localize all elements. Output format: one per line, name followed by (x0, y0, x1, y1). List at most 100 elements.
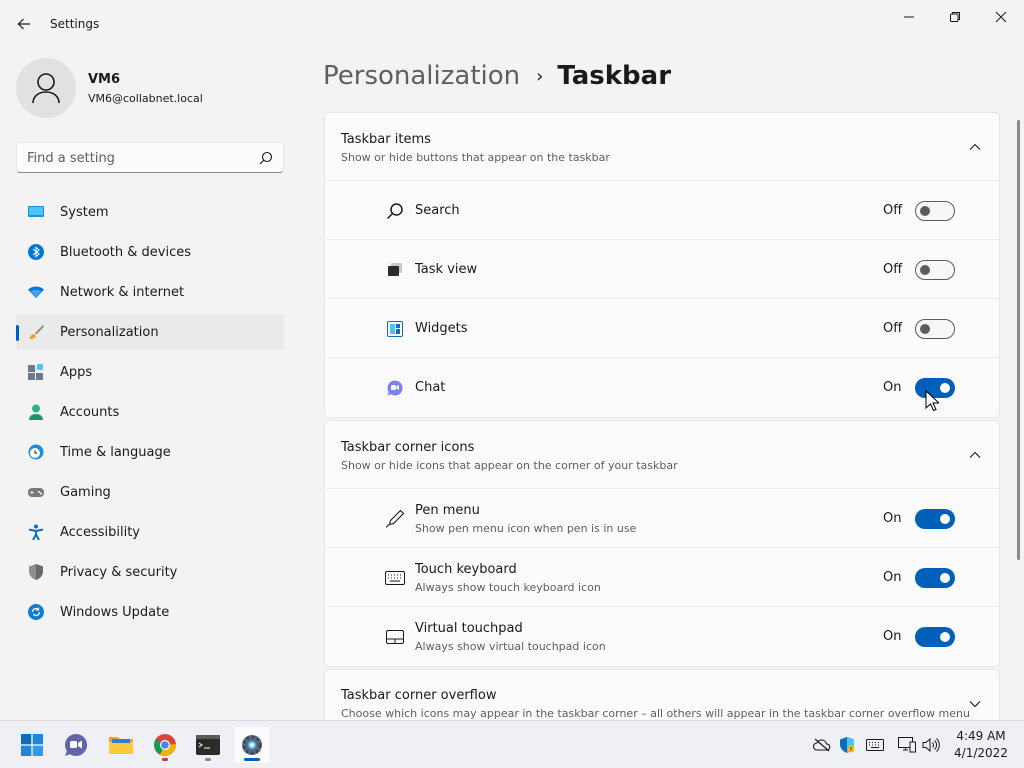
system-icon (28, 206, 44, 217)
chat-icon (385, 378, 405, 398)
sidebar-item-label: System (60, 205, 109, 220)
chrome-icon (154, 734, 177, 756)
setting-label: Widgets (415, 321, 468, 336)
back-button[interactable] (10, 10, 38, 38)
clock-time[interactable]: 4:49 AM (950, 729, 1012, 743)
sidebar-item-label: Privacy & security (60, 565, 178, 580)
scrollbar[interactable] (1017, 120, 1020, 560)
corner-overflow-section[interactable]: Taskbar corner overflow Choose which ico… (324, 669, 1000, 720)
apps-icon (28, 364, 44, 380)
taskbar-chrome[interactable] (147, 727, 183, 763)
setting-row-chat: Chat On (325, 358, 999, 417)
clock-globe-icon (28, 444, 44, 460)
setting-description: Show pen menu icon when pen is in use (415, 522, 637, 535)
sidebar-item-windows-update[interactable]: Windows Update (16, 594, 284, 630)
sidebar-item-personalization[interactable]: Personalization (16, 314, 284, 350)
start-icon (21, 734, 43, 756)
chevron-up-icon[interactable] (969, 141, 981, 153)
user-profile[interactable]: VM6 VM6@collabnet.local (16, 58, 286, 118)
touchpad-icon (385, 627, 405, 647)
taskbar: 4:49 AM 4/1/2022 (0, 720, 1024, 768)
settings-icon (242, 735, 262, 755)
setting-label: Virtual touchpad (415, 621, 523, 636)
sidebar-item-label: Gaming (60, 485, 111, 500)
minimize-button[interactable] (886, 4, 932, 30)
corner-icons-header[interactable]: Taskbar corner icons Show or hide icons … (325, 421, 999, 489)
start-button[interactable] (14, 727, 50, 763)
paintbrush-icon (29, 325, 44, 340)
sidebar-item-label: Accounts (60, 405, 120, 420)
network-icon[interactable] (898, 737, 916, 753)
taskbar-chat[interactable] (58, 727, 94, 763)
widgets-toggle[interactable] (915, 319, 955, 339)
setting-row-virtual-touchpad: Virtual touchpad Always show virtual tou… (325, 607, 999, 666)
defender-icon[interactable] (838, 737, 856, 753)
sidebar-item-label: Accessibility (60, 525, 140, 540)
sidebar-item-network[interactable]: Network & internet (16, 274, 284, 310)
pen-icon (385, 509, 405, 529)
keyboard-icon (385, 568, 405, 588)
sidebar-item-label: Windows Update (60, 605, 170, 620)
section-subtitle: Show or hide buttons that appear on the … (341, 151, 610, 164)
setting-row-search: Search Off (325, 181, 999, 240)
sidebar-item-label: Network & internet (60, 285, 185, 300)
sidebar-item-system[interactable]: System (16, 194, 284, 230)
sidebar-item-bluetooth[interactable]: Bluetooth & devices (16, 234, 284, 270)
taskbar-terminal[interactable] (190, 727, 226, 763)
virtual-touchpad-toggle[interactable] (915, 627, 955, 647)
accessibility-icon (28, 524, 44, 540)
breadcrumb: Personalization › Taskbar (323, 58, 671, 94)
search-box[interactable] (16, 142, 284, 173)
avatar (16, 58, 76, 118)
terminal-icon (196, 735, 220, 755)
task-view-icon (385, 260, 405, 280)
update-icon (28, 604, 44, 620)
sidebar-item-gaming[interactable]: Gaming (16, 474, 284, 510)
pen-menu-toggle[interactable] (915, 509, 955, 529)
toggle-state: On (883, 570, 902, 585)
setting-label: Chat (415, 380, 446, 395)
setting-row-touch-keyboard: Touch keyboard Always show touch keyboar… (325, 548, 999, 607)
corner-icons-section: Taskbar corner icons Show or hide icons … (324, 420, 1000, 667)
widgets-icon (385, 319, 405, 339)
wifi-icon (28, 286, 44, 298)
sidebar-item-time-language[interactable]: Time & language (16, 434, 284, 470)
chevron-up-icon[interactable] (969, 449, 981, 461)
chevron-down-icon[interactable] (969, 698, 981, 710)
clock-date[interactable]: 4/1/2022 (950, 746, 1012, 760)
section-title: Taskbar corner overflow (341, 688, 497, 703)
toggle-state: Off (883, 321, 903, 336)
keyboard-icon[interactable] (866, 737, 884, 753)
sidebar-item-label: Personalization (60, 325, 159, 340)
search-toggle[interactable] (915, 201, 955, 221)
taskbar-file-explorer[interactable] (103, 727, 139, 763)
taskbar-items-header[interactable]: Taskbar items Show or hide buttons that … (325, 113, 999, 181)
sidebar-item-apps[interactable]: Apps (16, 354, 284, 390)
volume-icon[interactable] (922, 737, 940, 753)
taskbar-items-section: Taskbar items Show or hide buttons that … (324, 112, 1000, 418)
taskbar-settings[interactable] (234, 727, 270, 763)
user-icon (32, 73, 60, 104)
sidebar-item-label: Time & language (60, 445, 171, 460)
section-subtitle: Show or hide icons that appear on the co… (341, 459, 678, 472)
breadcrumb-parent[interactable]: Personalization (323, 61, 520, 91)
sidebar-item-label: Apps (60, 365, 93, 380)
sidebar-item-privacy[interactable]: Privacy & security (16, 554, 284, 590)
user-email: VM6@collabnet.local (88, 92, 203, 105)
toggle-state: On (883, 629, 902, 644)
section-title: Taskbar corner icons (341, 440, 475, 455)
sidebar-item-accounts[interactable]: Accounts (16, 394, 284, 430)
setting-row-pen-menu: Pen menu Show pen menu icon when pen is … (325, 489, 999, 548)
app-title: Settings (50, 17, 100, 31)
setting-row-task-view: Task view Off (325, 240, 999, 299)
close-button[interactable] (978, 4, 1024, 30)
sidebar-item-accessibility[interactable]: Accessibility (16, 514, 284, 550)
touch-keyboard-toggle[interactable] (915, 568, 955, 588)
task-view-toggle[interactable] (915, 260, 955, 280)
onedrive-offline-icon[interactable] (813, 737, 831, 753)
search-input[interactable] (27, 149, 247, 167)
setting-label: Pen menu (415, 503, 480, 518)
restore-button[interactable] (932, 4, 978, 30)
search-icon[interactable] (259, 151, 273, 165)
page-title: Taskbar (557, 61, 672, 91)
